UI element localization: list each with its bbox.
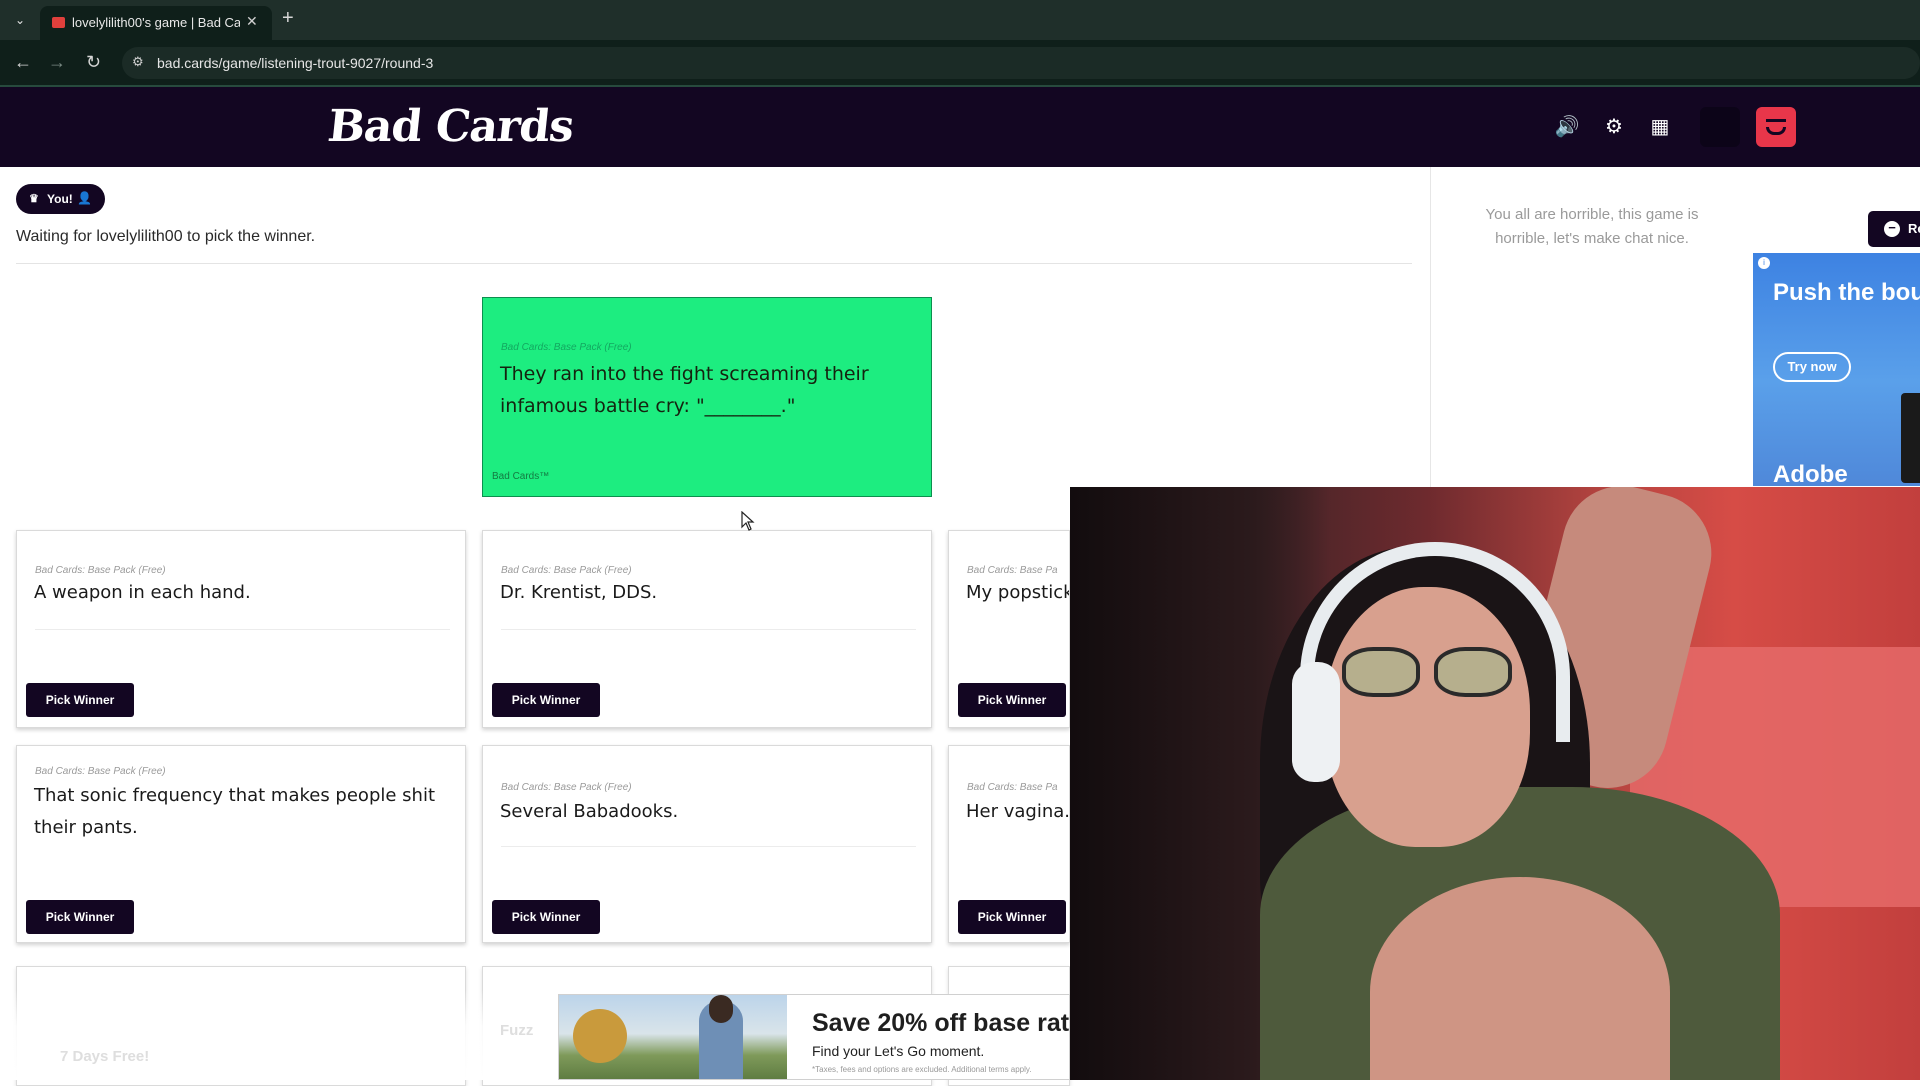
answer-card-text: Dr. Krentist, DDS. bbox=[500, 582, 658, 603]
tab-search-dropdown-icon[interactable]: ⌄ bbox=[8, 8, 32, 32]
person-icon: 👤 bbox=[77, 191, 92, 205]
answer-card-pack: Bad Cards: Base Pack (Free) bbox=[35, 766, 166, 777]
answer-card-text: Her vagina. bbox=[966, 801, 1070, 822]
bad-cards-logo[interactable]: Bad Cards bbox=[325, 101, 575, 152]
headset-cup bbox=[1292, 662, 1340, 782]
webcam-overlay bbox=[1070, 487, 1920, 1080]
close-tab-icon[interactable]: ✕ bbox=[246, 13, 258, 30]
ad-photo-tree bbox=[573, 1009, 627, 1063]
volume-icon[interactable]: 🔊 bbox=[1553, 113, 1581, 141]
back-arrow-icon[interactable]: ← bbox=[14, 52, 32, 73]
answer-card-pack: Bad Cards: Base Pa bbox=[967, 565, 1058, 576]
answer-card-text: That sonic frequency that makes people s… bbox=[34, 785, 436, 838]
answer-card: Bad Cards: Base Pa My popstick Pick Winn… bbox=[948, 530, 1070, 728]
remove-ads-label: Re bbox=[1908, 221, 1920, 236]
prompt-card-text: They ran into the fight screaming their … bbox=[500, 363, 869, 417]
crown-icon: ♛ bbox=[29, 193, 39, 205]
browser-tab-bar: ⌄ lovelylilith00's game | Bad Cards ✕ + bbox=[0, 0, 1920, 40]
game-status-text: Waiting for lovelylilith00 to pick the w… bbox=[16, 228, 316, 245]
answer-card-divider bbox=[501, 629, 916, 630]
answer-card: Bad Cards: Base Pack (Free) That sonic f… bbox=[16, 745, 466, 943]
favicon-icon bbox=[52, 17, 65, 28]
prompt-card-pack: Bad Cards: Base Pack (Free) bbox=[501, 342, 632, 353]
ad-save-headline: Save 20% off base rat bbox=[812, 1009, 1070, 1037]
answer-card-pack: Bad Cards: Base Pa bbox=[967, 782, 1058, 793]
you-label: You! bbox=[47, 192, 73, 206]
answer-card: Bad Cards: Base Pa Her vagina. Pick Winn… bbox=[948, 745, 1070, 943]
status-divider bbox=[16, 263, 1412, 264]
ad-photo bbox=[559, 995, 787, 1079]
ghost-promo-text: 7 Days Free! bbox=[60, 1048, 150, 1065]
site-header: Bad Cards 🔊 ⚙ ▦ bbox=[0, 87, 1920, 167]
pick-winner-button[interactable]: Pick Winner bbox=[26, 683, 134, 717]
tab-title: lovelylilith00's game | Bad Cards bbox=[72, 15, 240, 30]
new-tab-icon[interactable]: + bbox=[282, 7, 294, 30]
answer-card: Bad Cards: Base Pack (Free) Dr. Krentist… bbox=[482, 530, 932, 728]
answer-card-pack: Bad Cards: Base Pack (Free) bbox=[501, 782, 632, 793]
adobe-side-ad[interactable]: i Push the bou with All Apps Try now Ado… bbox=[1753, 253, 1920, 486]
url-text[interactable]: bad.cards/game/listening-trout-9027/roun… bbox=[157, 55, 433, 71]
chat-panel: You all are horrible, this game is horri… bbox=[1430, 167, 1752, 487]
try-now-button[interactable]: Try now bbox=[1773, 352, 1851, 382]
pick-winner-button[interactable]: Pick Winner bbox=[958, 900, 1066, 934]
address-bar-row: ← → ↻ ⚙ bad.cards/game/listening-trout-9… bbox=[0, 40, 1920, 86]
answer-card: Bad Cards: Base Pack (Free) A weapon in … bbox=[16, 530, 466, 728]
pick-winner-button[interactable]: Pick Winner bbox=[492, 683, 600, 717]
answer-card-pack: Bad Cards: Base Pack (Free) bbox=[501, 565, 632, 576]
you-badge[interactable]: ♛ You! 👤 bbox=[16, 184, 105, 214]
answer-card-pack: Bad Cards: Base Pack (Free) bbox=[35, 565, 166, 576]
chat-notice: You all are horrible, this game is horri… bbox=[1485, 206, 1699, 247]
gear-icon[interactable]: ⚙ bbox=[1600, 113, 1628, 141]
pick-winner-button[interactable]: Pick Winner bbox=[958, 683, 1066, 717]
prompt-card: Bad Cards: Base Pack (Free) They ran int… bbox=[482, 297, 932, 497]
forward-arrow-icon[interactable]: → bbox=[48, 52, 66, 73]
site-info-icon[interactable]: ⚙ bbox=[132, 54, 144, 70]
answer-card-text: My popstick bbox=[966, 582, 1070, 603]
answer-card-text: Several Babadooks. bbox=[500, 801, 679, 822]
ad-photo-head bbox=[709, 995, 733, 1023]
pick-winner-button[interactable]: Pick Winner bbox=[26, 900, 134, 934]
answer-card-divider bbox=[501, 846, 916, 847]
prompt-card-footer: Bad Cards™ bbox=[492, 471, 550, 482]
reload-icon[interactable]: ↻ bbox=[86, 52, 101, 73]
bottom-banner-ad[interactable]: Save 20% off base rat Find your Let's Go… bbox=[558, 994, 1070, 1080]
answer-card-text: A weapon in each hand. bbox=[34, 582, 251, 603]
ad-subline: Find your Let's Go moment. bbox=[812, 1043, 985, 1059]
ad-fine-print: *Taxes, fees and options are excluded. A… bbox=[812, 1065, 1032, 1074]
answer-card-divider bbox=[35, 629, 450, 630]
ad-choices-icon[interactable]: i bbox=[1758, 257, 1770, 269]
browser-tab[interactable]: lovelylilith00's game | Bad Cards ✕ bbox=[40, 6, 272, 40]
pick-winner-button[interactable]: Pick Winner bbox=[492, 900, 600, 934]
minus-circle-icon: − bbox=[1884, 221, 1900, 237]
remove-ads-button[interactable]: − Re bbox=[1868, 211, 1920, 247]
rules-icon[interactable]: ▦ bbox=[1646, 113, 1674, 141]
answer-card: Bad Cards: Base Pack (Free) Several Baba… bbox=[482, 745, 932, 943]
avatar-mouth bbox=[1766, 127, 1786, 135]
ghost-promo-text: Fuzz bbox=[500, 1022, 534, 1039]
adobe-logo: Adobe bbox=[1773, 461, 1848, 486]
ad-device-image bbox=[1901, 393, 1920, 483]
url-field[interactable]: ⚙ bad.cards/game/listening-trout-9027/ro… bbox=[122, 47, 1920, 79]
ad-headline: Push the bou with All Apps bbox=[1773, 279, 1920, 306]
account-icon[interactable] bbox=[1756, 107, 1796, 147]
avatar-eyes bbox=[1766, 119, 1786, 123]
dark-header-button[interactable] bbox=[1700, 107, 1740, 147]
cursor-arrow-icon bbox=[741, 510, 755, 531]
